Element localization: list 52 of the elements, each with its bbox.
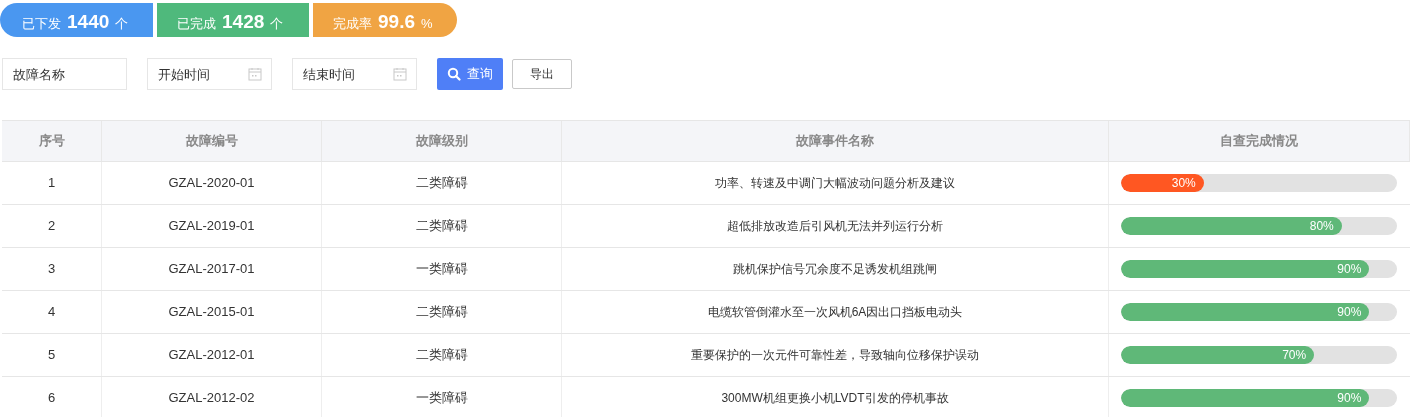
column-header: 故障事件名称 (562, 121, 1109, 161)
stat-unit: 个 (115, 15, 129, 33)
table-cell: GZAL-2015-01 (102, 291, 322, 333)
progress-reading: 90% (1337, 390, 1362, 407)
table-cell: 1 (2, 162, 102, 204)
column-header: 故障级别 (322, 121, 562, 161)
date-field[interactable]: 开始时间 (147, 58, 272, 90)
table-cell: 电缆软管倒灌水至一次风机6A因出口挡板电动头 (562, 291, 1109, 333)
table-cell: GZAL-2012-02 (102, 377, 322, 417)
progress-reading: 80% (1309, 218, 1334, 235)
table-cell: GZAL-2019-01 (102, 205, 322, 247)
table-cell: 4 (2, 291, 102, 333)
table-cell: 重要保护的一次元件可靠性差，导致轴向位移保护误动 (562, 334, 1109, 376)
stat-value: 99.6 (378, 10, 415, 34)
stat-label: 已下发 (22, 15, 61, 33)
table-cell: 二类障碍 (322, 334, 562, 376)
table-cell: 二类障碍 (322, 205, 562, 247)
column-header: 序号 (2, 121, 102, 161)
column-header: 故障编号 (102, 121, 322, 161)
table-cell: 3 (2, 248, 102, 290)
stat-unit: 个 (270, 15, 284, 33)
table-cell: 超低排放改造后引风机无法并列运行分析 (562, 205, 1109, 247)
table-cell: 二类障碍 (322, 162, 562, 204)
progress-reading: 70% (1282, 347, 1307, 364)
table-cell: 二类障碍 (322, 291, 562, 333)
table-cell: 2 (2, 205, 102, 247)
export-button[interactable]: 导出 (512, 59, 572, 89)
progress-reading: 30% (1171, 175, 1196, 192)
stat-value: 1428 (222, 10, 265, 34)
input-field[interactable]: 故障名称 (2, 58, 127, 90)
table-cell: GZAL-2012-01 (102, 334, 322, 376)
table-cell: 6 (2, 377, 102, 417)
stat-label: 已完成 (177, 15, 216, 33)
date-field[interactable]: 结束时间 (292, 58, 417, 90)
table-cell: GZAL-2020-01 (102, 162, 322, 204)
progress-reading: 90% (1337, 261, 1362, 278)
stat-unit: % (421, 15, 433, 33)
stat-value: 1440 (67, 10, 110, 34)
table-cell: 一类障碍 (322, 377, 562, 417)
calendar-icon (393, 67, 407, 81)
column-header: 自查完成情况 (1109, 121, 1410, 161)
search-button[interactable]: 查询 (437, 58, 503, 90)
calendar-icon (248, 67, 262, 81)
table-cell: 300MW机组更换小机LVDT引发的停机事故 (562, 377, 1109, 417)
table-cell: 跳机保护信号冗余度不足诱发机组跳闸 (562, 248, 1109, 290)
search-icon (447, 67, 461, 81)
progress-reading: 90% (1337, 304, 1362, 321)
table-cell: 功率、转速及中调门大幅波动问题分析及建议 (562, 162, 1109, 204)
stat-label: 完成率 (333, 15, 372, 33)
table-cell: 一类障碍 (322, 248, 562, 290)
table-cell: 5 (2, 334, 102, 376)
table-cell: GZAL-2017-01 (102, 248, 322, 290)
